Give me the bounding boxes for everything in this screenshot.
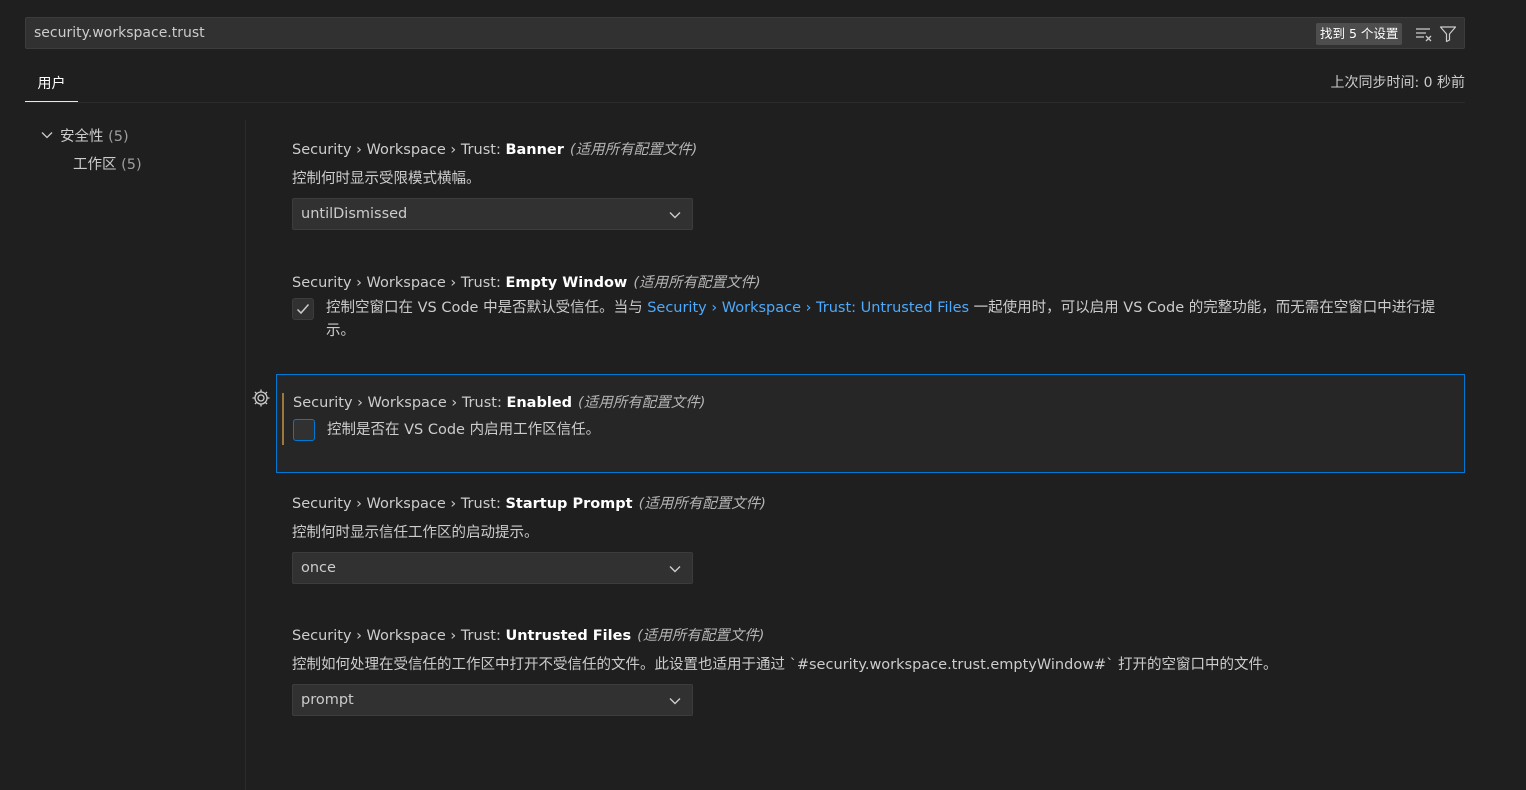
setting-description: 控制如何处理在受信任的工作区中打开不受信任的文件。此设置也适用于通过 `#sec… bbox=[292, 657, 1278, 673]
setting-description: 控制空窗口在 VS Code 中是否默认受信任。当与 Security › Wo… bbox=[326, 297, 1446, 343]
modified-indicator bbox=[282, 393, 284, 445]
banner-select[interactable]: untilDismissed bbox=[292, 198, 693, 230]
setting-empty-window: Security › Workspace › Trust: Empty Wind… bbox=[276, 263, 1465, 363]
chevron-down-icon bbox=[669, 566, 681, 573]
setting-title: Security › Workspace › Trust: Startup Pr… bbox=[292, 492, 766, 513]
setting-title: Security › Workspace › Trust: Empty Wind… bbox=[292, 271, 761, 292]
untrusted-files-link[interactable]: Security › Workspace › Trust: Untrusted … bbox=[647, 300, 969, 316]
chevron-down-icon bbox=[669, 212, 681, 219]
setting-scope: (适用所有配置文件) bbox=[569, 142, 698, 158]
toc-item-count: (5) bbox=[121, 157, 142, 173]
gear-icon[interactable] bbox=[251, 388, 271, 408]
setting-category: Security › Workspace › Trust: bbox=[292, 142, 506, 158]
sync-status: 上次同步时间: 0 秒前 bbox=[1330, 75, 1465, 91]
tab-user[interactable]: 用户 bbox=[25, 68, 78, 102]
toc-item-security[interactable]: 安全性 (5) bbox=[40, 125, 129, 146]
empty-window-checkbox[interactable] bbox=[292, 298, 314, 320]
setting-title: Security › Workspace › Trust: Banner (适用所… bbox=[292, 138, 697, 159]
startup-prompt-select[interactable]: once bbox=[292, 552, 693, 584]
setting-key: Untrusted Files bbox=[505, 628, 632, 644]
tab-divider bbox=[25, 102, 1465, 103]
toc-item-label: 安全性 bbox=[60, 129, 104, 145]
toc-item-count: (5) bbox=[108, 129, 129, 145]
select-value: prompt bbox=[301, 692, 354, 708]
setting-scope: (适用所有配置文件) bbox=[633, 275, 761, 291]
select-value: untilDismissed bbox=[301, 206, 408, 222]
chevron-down-icon bbox=[669, 698, 681, 705]
table-of-contents: 安全性 (5) 工作区 (5) bbox=[0, 120, 245, 790]
setting-category: Security › Workspace › Trust: bbox=[292, 496, 506, 512]
setting-key: Empty Window bbox=[505, 275, 628, 291]
clear-filter-icon[interactable] bbox=[1414, 24, 1434, 44]
setting-category: Security › Workspace › Trust: bbox=[293, 395, 507, 411]
setting-description: 控制何时显示受限模式横幅。 bbox=[292, 171, 481, 187]
setting-title: Security › Workspace › Trust: Untrusted … bbox=[292, 624, 764, 645]
toc-item-workspace[interactable]: 工作区 (5) bbox=[73, 153, 142, 174]
setting-category: Security › Workspace › Trust: bbox=[292, 628, 506, 644]
select-value: once bbox=[301, 560, 336, 576]
search-input[interactable] bbox=[26, 18, 1306, 48]
setting-key: Banner bbox=[505, 142, 564, 158]
untrusted-files-select[interactable]: prompt bbox=[292, 684, 693, 716]
setting-enabled: Security › Workspace › Trust: Enabled (适用… bbox=[276, 374, 1465, 473]
setting-key: Startup Prompt bbox=[505, 496, 633, 512]
setting-category: Security › Workspace › Trust: bbox=[292, 275, 506, 291]
description-text: 控制空窗口在 VS Code 中是否默认受信任。当与 bbox=[326, 300, 648, 316]
filter-icon[interactable] bbox=[1438, 24, 1458, 44]
check-icon bbox=[296, 304, 310, 315]
setting-scope: (适用所有配置文件) bbox=[578, 395, 706, 411]
setting-banner: Security › Workspace › Trust: Banner (适用所… bbox=[276, 130, 1465, 245]
setting-description: 控制是否在 VS Code 内启用工作区信任。 bbox=[327, 422, 601, 438]
chevron-down-icon bbox=[41, 132, 53, 139]
setting-scope: (适用所有配置文件) bbox=[637, 628, 765, 644]
setting-scope: (适用所有配置文件) bbox=[638, 496, 766, 512]
setting-title: Security › Workspace › Trust: Enabled (适用… bbox=[293, 391, 705, 412]
settings-search-box: 找到 5 个设置 bbox=[25, 17, 1465, 49]
setting-description: 控制何时显示信任工作区的启动提示。 bbox=[292, 525, 539, 541]
toc-divider bbox=[245, 120, 246, 790]
setting-key: Enabled bbox=[506, 395, 573, 411]
toc-item-label: 工作区 bbox=[73, 157, 117, 173]
search-result-count: 找到 5 个设置 bbox=[1316, 23, 1403, 45]
setting-startup-prompt: Security › Workspace › Trust: Startup Pr… bbox=[276, 484, 1465, 599]
enabled-checkbox[interactable] bbox=[293, 419, 315, 441]
setting-untrusted-files: Security › Workspace › Trust: Untrusted … bbox=[276, 616, 1465, 731]
